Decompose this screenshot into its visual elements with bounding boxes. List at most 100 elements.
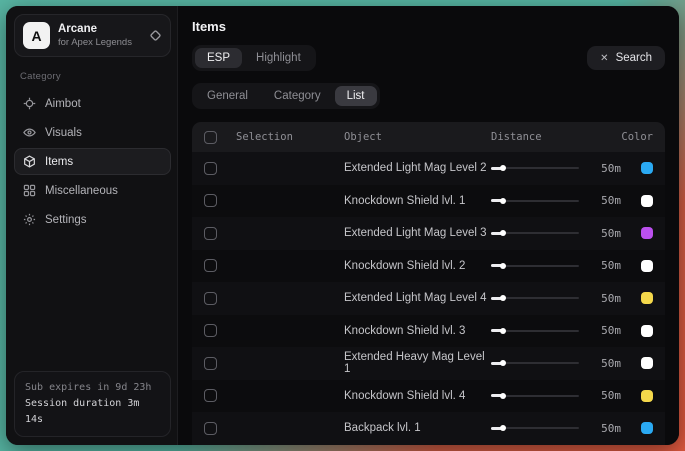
toolbar: ESP Highlight ✕ Search: [192, 45, 665, 71]
color-swatch[interactable]: [641, 292, 653, 304]
sidebar-item-items[interactable]: Items: [14, 148, 171, 175]
distance-value: 50m: [601, 162, 621, 175]
main-panel: Items ESP Highlight ✕ Search General Cat…: [178, 6, 679, 445]
sidebar-item-label: Items: [45, 156, 73, 168]
table-row: Extended Heavy Mag Level 1 50m: [192, 347, 665, 380]
select-all-checkbox[interactable]: [204, 131, 217, 144]
tab-category[interactable]: Category: [262, 86, 333, 106]
box-icon: [23, 155, 36, 168]
app-header-card: A Arcane for Apex Legends: [14, 14, 171, 57]
color-swatch[interactable]: [641, 390, 653, 402]
object-name: Extended Light Mag Level 3: [344, 227, 491, 239]
page-title: Items: [192, 19, 665, 34]
color-swatch[interactable]: [641, 422, 653, 434]
distance-value: 50m: [601, 292, 621, 305]
sidebar-item-label: Aimbot: [45, 98, 81, 110]
distance-value: 50m: [601, 227, 621, 240]
row-checkbox[interactable]: [204, 227, 217, 240]
table-body: Extended Light Mag Level 2 50m Knockdown…: [192, 152, 665, 445]
row-checkbox[interactable]: [204, 162, 217, 175]
sidebar: A Arcane for Apex Legends Category Aimbo…: [6, 6, 178, 445]
table-row: Extended Light Mag Level 3 50m: [192, 217, 665, 250]
sidebar-item-miscellaneous[interactable]: Miscellaneous: [14, 177, 171, 204]
table-row: Knockdown Shield lvl. 4 50m: [192, 380, 665, 413]
object-name: Knockdown Shield lvl. 3: [344, 325, 491, 337]
sidebar-item-label: Visuals: [45, 127, 82, 139]
table-row: Extended Light Mag Level 2 50m: [192, 152, 665, 185]
distance-value: 50m: [601, 324, 621, 337]
distance-slider[interactable]: [491, 228, 579, 238]
session-info-card: Sub expires in 9d 23h Session duration 3…: [14, 371, 171, 437]
app-subtitle: for Apex Legends: [58, 37, 141, 49]
table-row: Knockdown Shield lvl. 3 50m: [192, 315, 665, 348]
distance-slider[interactable]: [491, 326, 579, 336]
row-checkbox[interactable]: [204, 292, 217, 305]
table-row: Knockdown Shield lvl. 1 50m: [192, 185, 665, 218]
table-row: Extended Light Mag Level 4 50m: [192, 282, 665, 315]
search-button-label: Search: [616, 52, 652, 64]
color-swatch[interactable]: [641, 227, 653, 239]
header-color: Color: [621, 131, 653, 143]
object-name: Backpack lvl. 1: [344, 422, 491, 434]
header-distance: Distance: [491, 131, 621, 143]
color-swatch[interactable]: [641, 357, 653, 369]
app-name: Arcane: [58, 22, 141, 36]
row-checkbox[interactable]: [204, 194, 217, 207]
view-tab-group: General Category List: [192, 83, 380, 109]
app-window: A Arcane for Apex Legends Category Aimbo…: [6, 6, 679, 445]
items-table: Selection Object Distance Color Extended…: [192, 122, 665, 445]
distance-slider[interactable]: [491, 423, 579, 433]
distance-slider[interactable]: [491, 163, 579, 173]
app-logo: A: [23, 22, 50, 49]
row-checkbox[interactable]: [204, 324, 217, 337]
tab-esp[interactable]: ESP: [195, 48, 242, 68]
crosshair-icon: [23, 97, 36, 110]
distance-value: 50m: [601, 422, 621, 435]
sidebar-item-aimbot[interactable]: Aimbot: [14, 90, 171, 117]
table-row: Backpack lvl. 1 50m: [192, 412, 665, 445]
tab-list[interactable]: List: [335, 86, 377, 106]
color-swatch[interactable]: [641, 325, 653, 337]
header-selection: Selection: [236, 131, 344, 143]
gem-icon[interactable]: [149, 29, 162, 42]
table-header-row: Selection Object Distance Color: [192, 122, 665, 152]
gear-icon: [23, 213, 36, 226]
category-label: Category: [20, 71, 167, 82]
distance-value: 50m: [601, 357, 621, 370]
row-checkbox[interactable]: [204, 259, 217, 272]
sidebar-nav: Aimbot Visuals Items: [14, 90, 171, 233]
table-row: Knockdown Shield lvl. 2 50m: [192, 250, 665, 283]
tab-highlight[interactable]: Highlight: [244, 48, 313, 68]
distance-value: 50m: [601, 389, 621, 402]
color-swatch[interactable]: [641, 162, 653, 174]
sidebar-item-label: Miscellaneous: [45, 185, 118, 197]
distance-slider[interactable]: [491, 391, 579, 401]
row-checkbox[interactable]: [204, 389, 217, 402]
distance-slider[interactable]: [491, 358, 579, 368]
session-duration-text: Session duration 3m 14s: [25, 396, 160, 428]
object-name: Extended Light Mag Level 2: [344, 162, 491, 174]
distance-slider[interactable]: [491, 196, 579, 206]
tab-general[interactable]: General: [195, 86, 260, 106]
row-checkbox[interactable]: [204, 422, 217, 435]
sidebar-item-visuals[interactable]: Visuals: [14, 119, 171, 146]
grid-icon: [23, 184, 36, 197]
distance-slider[interactable]: [491, 261, 579, 271]
distance-value: 50m: [601, 259, 621, 272]
sub-expires-text: Sub expires in 9d 23h: [25, 380, 160, 396]
row-checkbox[interactable]: [204, 357, 217, 370]
object-name: Knockdown Shield lvl. 1: [344, 195, 491, 207]
object-name: Knockdown Shield lvl. 4: [344, 390, 491, 402]
search-button[interactable]: ✕ Search: [587, 46, 665, 70]
color-swatch[interactable]: [641, 195, 653, 207]
mode-tab-group: ESP Highlight: [192, 45, 316, 71]
distance-slider[interactable]: [491, 293, 579, 303]
object-name: Extended Heavy Mag Level 1: [344, 351, 491, 375]
object-name: Extended Light Mag Level 4: [344, 292, 491, 304]
color-swatch[interactable]: [641, 260, 653, 272]
sidebar-item-settings[interactable]: Settings: [14, 206, 171, 233]
object-name: Knockdown Shield lvl. 2: [344, 260, 491, 272]
eye-icon: [23, 126, 36, 139]
distance-value: 50m: [601, 194, 621, 207]
close-icon: ✕: [600, 53, 608, 64]
